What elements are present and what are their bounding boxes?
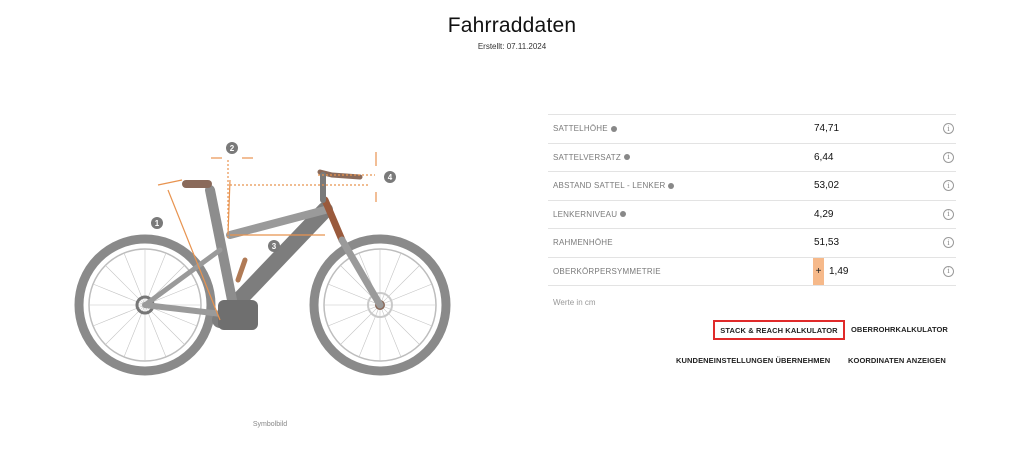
help-dot-icon[interactable] xyxy=(668,182,675,189)
stack-reach-calculator-button[interactable]: STACK & REACH KALKULATOR xyxy=(713,320,845,340)
row-value: 6,44 xyxy=(814,151,834,163)
bike-image: 1 2 3 4 xyxy=(74,142,451,376)
marker-2: 2 xyxy=(226,142,238,154)
row-value: 53,02 xyxy=(814,180,840,192)
units-note: Werte in cm xyxy=(553,298,596,307)
bike-data-table: SATTELHÖHE 74,71 i SATTELVERSATZ 6,44 i … xyxy=(548,114,956,286)
svg-text:3: 3 xyxy=(272,242,277,251)
row-value: 51,53 xyxy=(814,237,840,249)
row-rahmenhoehe: RAHMENHÖHE 51,53 i xyxy=(548,229,956,258)
row-label: SATTELVERSATZ xyxy=(553,153,630,162)
info-icon[interactable]: i xyxy=(943,237,954,249)
page-title: Fahrraddaten xyxy=(447,14,577,37)
info-icon[interactable]: i xyxy=(943,123,954,135)
row-value: 1,49 xyxy=(829,265,849,277)
created-date: Erstellt: 07.11.2024 xyxy=(477,42,547,51)
bike-caption: Symbolbild xyxy=(252,421,288,428)
apply-customer-settings-button[interactable]: KUNDENEINSTELLUNGEN ÜBERNEHMEN xyxy=(676,356,830,365)
row-value: 74,71 xyxy=(814,123,840,135)
info-icon[interactable]: i xyxy=(943,208,954,220)
marker-1: 1 xyxy=(151,217,163,229)
help-dot-icon[interactable] xyxy=(620,211,627,218)
svg-text:2: 2 xyxy=(230,144,235,153)
row-sattelhoehe: SATTELHÖHE 74,71 i xyxy=(548,115,956,144)
row-label: RAHMENHÖHE xyxy=(553,238,613,248)
page-header: Fahrraddaten Erstellt: 07.11.2024 xyxy=(0,14,1024,51)
row-label: OBERKÖRPERSYMMETRIE xyxy=(553,266,661,276)
bike-illustration: 1 2 3 4 xyxy=(70,130,470,400)
info-icon[interactable]: i xyxy=(943,180,954,192)
info-icon[interactable]: i xyxy=(943,265,954,277)
help-dot-icon[interactable] xyxy=(623,154,630,161)
row-value: 4,29 xyxy=(814,208,834,220)
top-tube-calculator-button[interactable]: OBERROHRKALKULATOR xyxy=(851,325,948,334)
row-label: ABSTAND SATTEL - LENKER xyxy=(553,181,675,190)
row-lenkerniveau: LENKERNIVEAU 4,29 i xyxy=(548,201,956,229)
svg-text:4: 4 xyxy=(388,173,393,182)
show-coordinates-button[interactable]: KOORDINATEN ANZEIGEN xyxy=(848,356,946,365)
plus-badge: + xyxy=(813,257,824,285)
marker-3: 3 xyxy=(268,240,280,252)
help-dot-icon[interactable] xyxy=(610,125,617,132)
row-label: LENKERNIVEAU xyxy=(553,210,627,219)
row-oberkoerpersymmetrie: OBERKÖRPERSYMMETRIE + 1,49 i xyxy=(548,257,956,286)
row-sattelversatz: SATTELVERSATZ 6,44 i xyxy=(548,144,956,172)
row-label: SATTELHÖHE xyxy=(553,124,617,133)
row-abstand-sattel-lenker: ABSTAND SATTEL - LENKER 53,02 i xyxy=(548,172,956,201)
marker-4: 4 xyxy=(384,171,396,183)
info-icon[interactable]: i xyxy=(943,151,954,163)
svg-text:1: 1 xyxy=(155,219,160,228)
